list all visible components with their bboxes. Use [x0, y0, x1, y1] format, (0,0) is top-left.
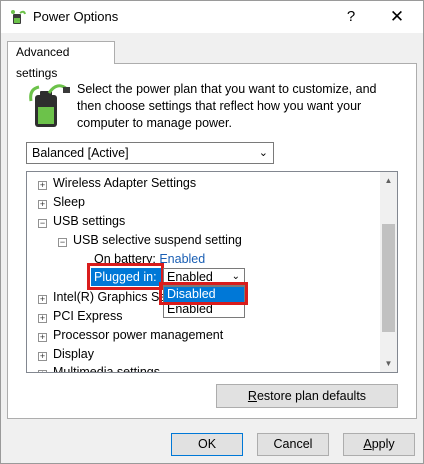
- ok-button[interactable]: OK: [171, 433, 243, 456]
- apply-button[interactable]: Apply: [343, 433, 415, 456]
- tree-item-multimedia[interactable]: + Multimedia settings: [38, 363, 160, 373]
- chevron-down-icon: ⌄: [258, 147, 268, 159]
- tree-item-sleep[interactable]: + Sleep: [38, 193, 85, 211]
- scroll-up-icon[interactable]: ▲: [380, 172, 397, 189]
- restore-label: estore plan defaults: [256, 389, 367, 403]
- scroll-down-icon[interactable]: ▼: [380, 355, 397, 372]
- tree-item-label: Sleep: [53, 195, 85, 209]
- expand-icon[interactable]: +: [38, 200, 47, 209]
- window-title: Power Options: [33, 9, 119, 24]
- highlight-annotation: [87, 263, 164, 290]
- highlight-annotation: [159, 282, 248, 305]
- expand-icon[interactable]: +: [38, 352, 47, 361]
- expand-icon[interactable]: +: [38, 314, 47, 323]
- expand-icon[interactable]: +: [38, 370, 47, 372]
- tree-item-label: USB selective suspend setting: [73, 233, 242, 247]
- power-options-icon: [11, 10, 26, 24]
- collapse-icon[interactable]: −: [38, 219, 47, 228]
- close-button[interactable]: ✕: [383, 5, 411, 29]
- tree-item-wireless[interactable]: + Wireless Adapter Settings: [38, 174, 196, 192]
- help-button[interactable]: ?: [337, 5, 365, 29]
- tree-item-label: Wireless Adapter Settings: [53, 176, 197, 190]
- scroll-thumb[interactable]: [382, 224, 395, 332]
- power-plan-select[interactable]: Balanced [Active] ⌄: [26, 142, 274, 164]
- tab-advanced-settings[interactable]: Advanced settings: [7, 41, 115, 80]
- tree-item-pci-express[interactable]: + PCI Express: [38, 307, 122, 325]
- tree-item-display[interactable]: + Display: [38, 345, 94, 363]
- tree-item-label: Intel(R) Graphics Se: [53, 290, 167, 304]
- expand-icon[interactable]: +: [38, 295, 47, 304]
- title-bar: Power Options ? ✕: [1, 1, 423, 33]
- power-plan-selected: Balanced [Active]: [32, 146, 129, 160]
- restore-plan-defaults-button[interactable]: Restore plan defaults: [216, 384, 398, 408]
- on-battery-value[interactable]: Enabled: [159, 252, 205, 266]
- tree-item-usb-settings[interactable]: − USB settings: [38, 212, 125, 230]
- apply-label: pply: [371, 437, 395, 451]
- battery-plug-icon: [29, 84, 70, 127]
- collapse-icon[interactable]: −: [58, 238, 67, 247]
- tree-item-intel-graphics[interactable]: + Intel(R) Graphics Se: [38, 288, 166, 306]
- restore-mnemonic: R: [247, 389, 257, 403]
- tree-item-processor-power[interactable]: + Processor power management: [38, 326, 223, 344]
- cancel-button[interactable]: Cancel: [257, 433, 329, 456]
- tree-item-label: Display: [53, 347, 94, 361]
- power-options-window: Power Options ? ✕ Advanced settings Sele…: [0, 0, 424, 464]
- plan-description: Select the power plan that you want to c…: [77, 82, 377, 130]
- expand-icon[interactable]: +: [38, 333, 47, 342]
- expand-icon[interactable]: +: [38, 181, 47, 190]
- tree-item-label: USB settings: [53, 214, 126, 228]
- tree-item-usb-selective-suspend[interactable]: − USB selective suspend setting: [58, 231, 242, 249]
- tree-item-label: Multimedia settings: [53, 365, 160, 373]
- apply-mnemonic: A: [363, 437, 372, 451]
- tree-item-label: Processor power management: [53, 328, 224, 342]
- tree-scrollbar[interactable]: ▲ ▼: [380, 172, 397, 372]
- tree-item-label: PCI Express: [53, 309, 123, 323]
